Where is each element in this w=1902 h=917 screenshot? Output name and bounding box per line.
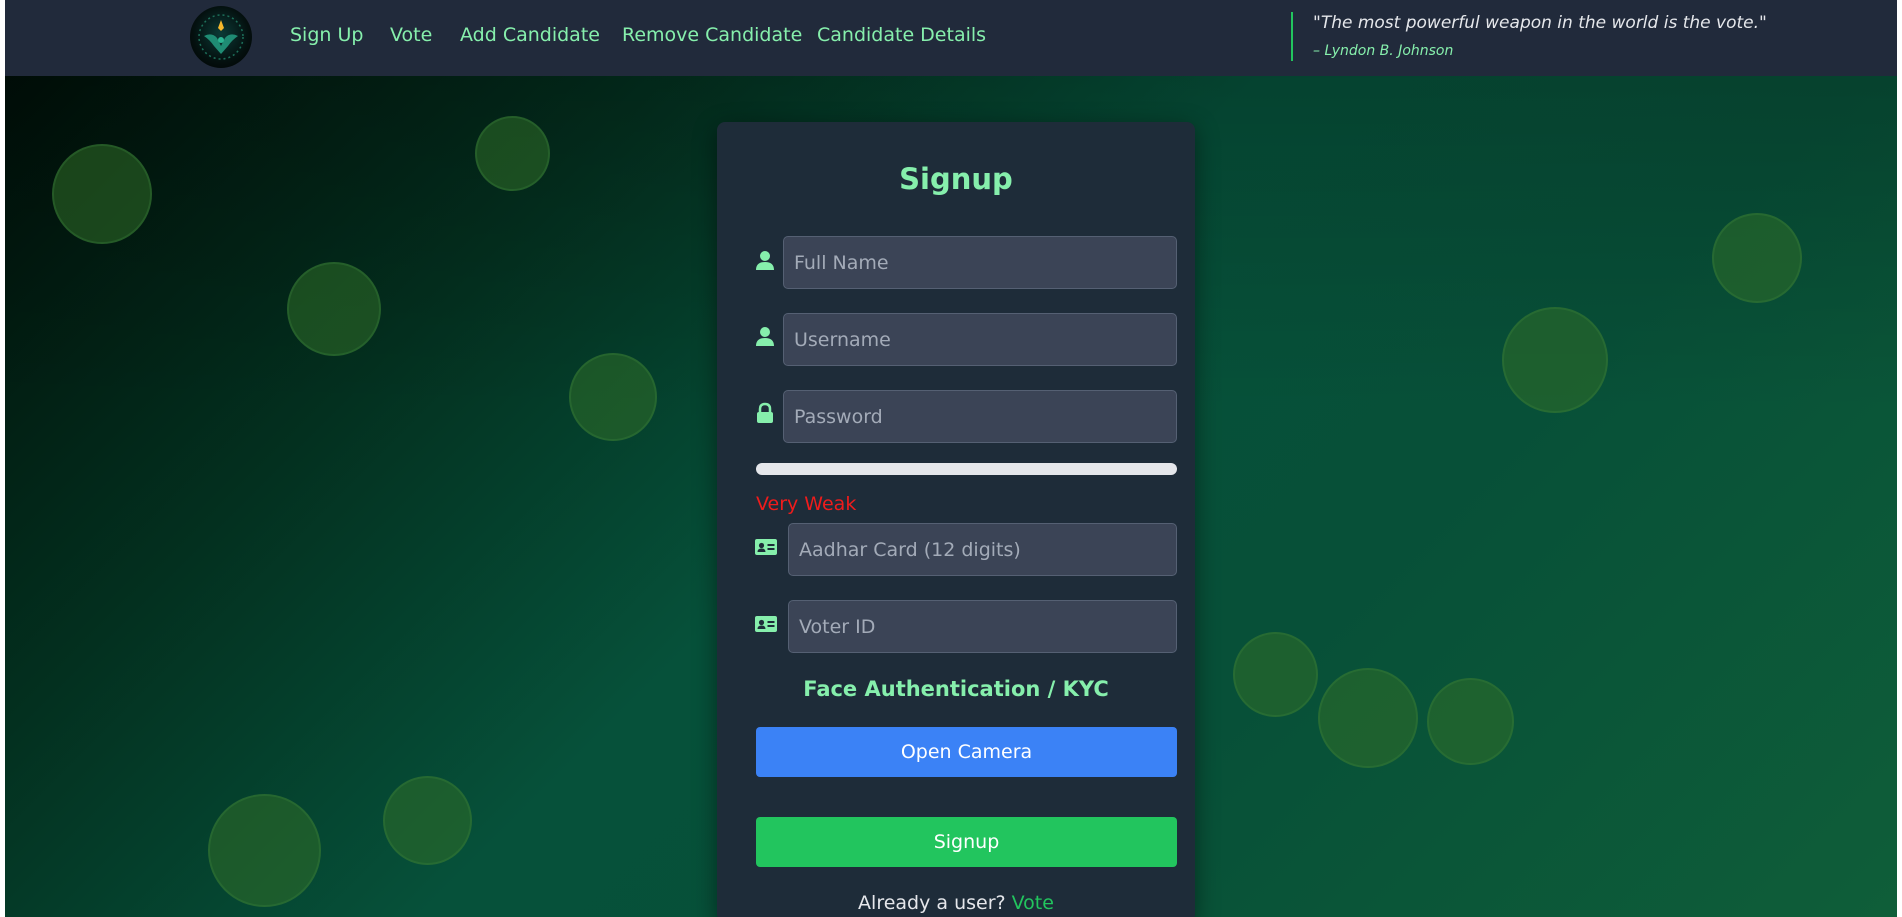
password-field[interactable] xyxy=(783,390,1177,443)
username-field[interactable] xyxy=(783,313,1177,366)
voter-id-field[interactable] xyxy=(788,600,1177,653)
eagle-emblem-icon[interactable] xyxy=(190,6,252,68)
password-strength-bar xyxy=(756,463,1177,475)
full-name-field[interactable] xyxy=(783,236,1177,289)
id-card-icon xyxy=(755,616,777,632)
form-title: Signup xyxy=(899,162,1013,196)
aadhar-card-field[interactable] xyxy=(788,523,1177,576)
already-user-row: Already a user? Vote xyxy=(717,892,1195,914)
decorative-bubble xyxy=(1233,632,1318,717)
nav-add-candidate[interactable]: Add Candidate xyxy=(460,24,600,46)
decorative-bubble xyxy=(1318,668,1418,768)
quote-text: "The most powerful weapon in the world i… xyxy=(1313,13,1767,33)
decorative-bubble xyxy=(569,353,657,441)
navbar: Sign Up Vote Add Candidate Remove Candid… xyxy=(5,0,1897,76)
nav-remove-candidate[interactable]: Remove Candidate xyxy=(622,24,802,46)
signup-card: Signup Very Weak xyxy=(717,122,1195,917)
nav-candidate-details[interactable]: Candidate Details xyxy=(817,24,986,46)
decorative-bubble xyxy=(1712,213,1802,303)
signup-submit-button[interactable]: Signup xyxy=(756,817,1177,867)
user-icon xyxy=(756,251,774,270)
vote-link[interactable]: Vote xyxy=(1012,892,1054,914)
decorative-bubble xyxy=(475,116,550,191)
nav-vote[interactable]: Vote xyxy=(390,24,432,46)
decorative-bubble xyxy=(52,144,152,244)
kyc-section-title: Face Authentication / KYC xyxy=(803,677,1109,701)
nav-sign-up[interactable]: Sign Up xyxy=(290,24,363,46)
user-icon xyxy=(756,327,774,346)
decorative-bubble xyxy=(208,794,321,907)
already-user-text: Already a user? xyxy=(858,892,1006,914)
lock-icon xyxy=(757,402,773,423)
id-card-icon xyxy=(755,539,777,555)
quote-divider xyxy=(1291,12,1293,61)
decorative-bubble xyxy=(1427,678,1514,765)
open-camera-button[interactable]: Open Camera xyxy=(756,727,1177,777)
quote-author: – Lyndon B. Johnson xyxy=(1313,43,1454,59)
password-strength-label: Very Weak xyxy=(756,493,857,515)
decorative-bubble xyxy=(1502,307,1608,413)
decorative-bubble xyxy=(287,262,381,356)
app-frame: Sign Up Vote Add Candidate Remove Candid… xyxy=(5,0,1897,917)
decorative-bubble xyxy=(383,776,472,865)
